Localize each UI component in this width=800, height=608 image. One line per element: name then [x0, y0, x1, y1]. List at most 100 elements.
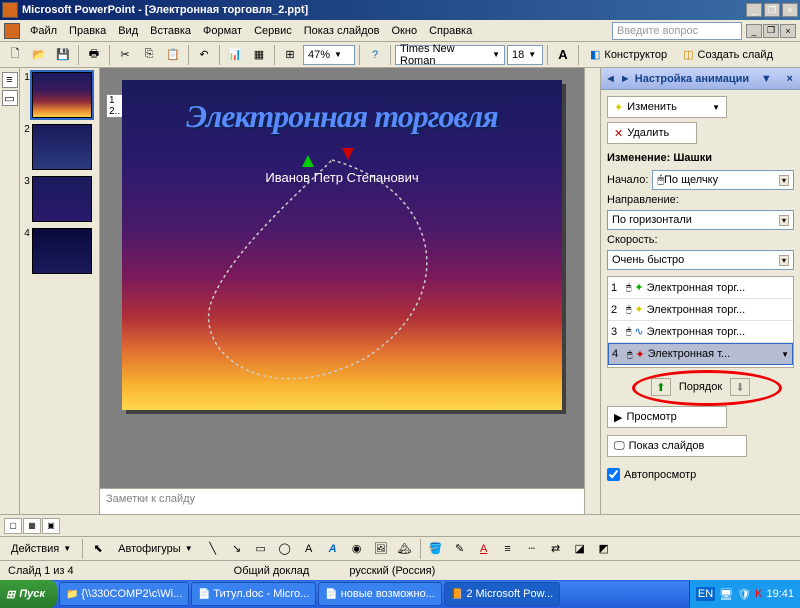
- inner-minimize[interactable]: _: [746, 24, 762, 38]
- thumbnail-2[interactable]: [32, 124, 92, 170]
- direction-select[interactable]: По горизонтали▾: [607, 210, 794, 230]
- notes-pane[interactable]: Заметки к слайду: [100, 488, 584, 514]
- outline-tab[interactable]: ≡: [2, 72, 18, 88]
- slides-tab[interactable]: ▭: [2, 90, 18, 106]
- move-up-button[interactable]: ⬆: [651, 378, 671, 396]
- change-effect-button[interactable]: ✦Изменить▼: [607, 96, 727, 118]
- inner-restore[interactable]: ❐: [763, 24, 779, 38]
- taskpane-back-icon[interactable]: ◄: [605, 73, 616, 85]
- taskpane-header: ◄ ► Настройка анимации ▼ ×: [601, 68, 800, 90]
- motion-path[interactable]: [182, 150, 482, 380]
- menu-file[interactable]: Файл: [24, 23, 63, 39]
- inner-close[interactable]: ×: [780, 24, 796, 38]
- new-slide-button[interactable]: ◫Создать слайд: [676, 44, 780, 66]
- doc-icon: [4, 23, 20, 39]
- start-button[interactable]: ⊞Пуск: [0, 580, 57, 608]
- clock[interactable]: 19:41: [766, 588, 794, 600]
- anim-item-3[interactable]: 3🖱∿Электронная торг...: [608, 321, 793, 343]
- close-button[interactable]: ×: [782, 3, 798, 17]
- anim-item-1[interactable]: 1🖱✦Электронная торг...: [608, 277, 793, 299]
- textbox-icon[interactable]: A: [298, 538, 320, 560]
- slideshow-button[interactable]: 🖵Показ слайдов: [607, 435, 747, 457]
- slide-title[interactable]: Электронная торговля: [122, 98, 562, 135]
- slideshow-view-icon[interactable]: ▣: [42, 518, 60, 534]
- taskpane-close-icon[interactable]: ×: [784, 73, 796, 85]
- anim-item-4[interactable]: 4🖱✦Электронная т...▼: [608, 343, 793, 365]
- save-icon[interactable]: 💾: [52, 44, 74, 66]
- task-4[interactable]: 📙2 Microsoft Pow...: [444, 582, 560, 606]
- move-down-button[interactable]: ⬇: [730, 378, 750, 396]
- taskpane-fwd-icon[interactable]: ►: [620, 73, 631, 85]
- zoom-combo[interactable]: 47%▼: [303, 45, 355, 65]
- thumbnail-1[interactable]: [32, 72, 92, 118]
- line-color-icon[interactable]: ✎: [449, 538, 471, 560]
- view-bar: ▢ ▦ ▣: [0, 514, 800, 536]
- actions-menu[interactable]: Действия▼: [4, 538, 78, 560]
- cut-icon[interactable]: ✂: [114, 44, 136, 66]
- restore-button[interactable]: ❐: [764, 3, 780, 17]
- menu-slideshow[interactable]: Показ слайдов: [298, 23, 386, 39]
- task-1[interactable]: 📁{\\330COMP2\c\Wi...: [59, 582, 189, 606]
- menu-tools[interactable]: Сервис: [248, 23, 298, 39]
- line-weight-icon[interactable]: ≡: [497, 538, 519, 560]
- menu-window[interactable]: Окно: [386, 23, 424, 39]
- 3d-icon[interactable]: ◩: [593, 538, 615, 560]
- autoshapes-menu[interactable]: Автофигуры▼: [111, 538, 200, 560]
- print-icon[interactable]: 🖶: [83, 44, 105, 66]
- dash-icon[interactable]: ┄: [521, 538, 543, 560]
- delete-effect-button[interactable]: ✕Удалить: [607, 122, 697, 144]
- rect-icon[interactable]: ▭: [250, 538, 272, 560]
- paste-icon[interactable]: 📋: [162, 44, 184, 66]
- chart-icon[interactable]: 📊: [224, 44, 246, 66]
- grow-font-icon[interactable]: A: [552, 44, 574, 66]
- grid-icon[interactable]: ⊞: [279, 44, 301, 66]
- menu-format[interactable]: Формат: [197, 23, 248, 39]
- font-color-icon[interactable]: A: [473, 538, 495, 560]
- tray-icon-2[interactable]: 🛡: [737, 588, 751, 601]
- preview-button[interactable]: ▶Просмотр: [607, 406, 727, 428]
- vertical-scrollbar[interactable]: [584, 68, 600, 514]
- help-icon[interactable]: ?: [364, 44, 386, 66]
- minimize-button[interactable]: _: [746, 3, 762, 17]
- taskpane-dropdown-icon[interactable]: ▼: [758, 73, 775, 85]
- fill-color-icon[interactable]: 🪣: [425, 538, 447, 560]
- undo-icon[interactable]: ↶: [193, 44, 215, 66]
- arrow-style-icon[interactable]: ⇄: [545, 538, 567, 560]
- thumbnail-4[interactable]: [32, 228, 92, 274]
- thumbnail-3[interactable]: [32, 176, 92, 222]
- fontsize-combo[interactable]: 18▼: [507, 45, 543, 65]
- anim-item-2[interactable]: 2🖱✦Электронная торг...: [608, 299, 793, 321]
- table-icon[interactable]: ▦: [248, 44, 270, 66]
- slide-canvas[interactable]: Электронная торговля Иванов Петр Степано…: [122, 80, 562, 410]
- clipart-icon[interactable]: 🖼: [370, 538, 392, 560]
- new-icon[interactable]: 🗋: [4, 44, 26, 66]
- arrow-icon[interactable]: ↘: [226, 538, 248, 560]
- lang-indicator[interactable]: EN: [696, 587, 715, 601]
- designer-button[interactable]: ◧Конструктор: [583, 44, 674, 66]
- task-3[interactable]: 📄новые возможно...: [318, 582, 442, 606]
- start-select[interactable]: 🖱 По щелчку▾: [652, 170, 794, 190]
- shadow-icon[interactable]: ◪: [569, 538, 591, 560]
- line-icon[interactable]: ╲: [202, 538, 224, 560]
- wordart-icon[interactable]: A: [322, 538, 344, 560]
- oval-icon[interactable]: ◯: [274, 538, 296, 560]
- font-combo[interactable]: Times New Roman▼: [395, 45, 505, 65]
- menu-edit[interactable]: Правка: [63, 23, 112, 39]
- open-icon[interactable]: 📂: [28, 44, 50, 66]
- normal-view-icon[interactable]: ▢: [4, 518, 22, 534]
- speed-select[interactable]: Очень быстро▾: [607, 250, 794, 270]
- system-tray[interactable]: EN 🖥 🛡 K 19:41: [689, 580, 800, 608]
- menu-help[interactable]: Справка: [423, 23, 478, 39]
- autopreview-checkbox[interactable]: Автопросмотр: [607, 468, 794, 481]
- menu-insert[interactable]: Вставка: [144, 23, 197, 39]
- tray-icon-3[interactable]: K: [755, 588, 762, 600]
- ask-question-input[interactable]: Введите вопрос: [612, 22, 742, 40]
- tray-icon-1[interactable]: 🖥: [719, 588, 733, 601]
- select-tool-icon[interactable]: ⬉: [87, 538, 109, 560]
- copy-icon[interactable]: ⎘: [138, 44, 160, 66]
- sorter-view-icon[interactable]: ▦: [23, 518, 41, 534]
- task-2[interactable]: 📄Титул.doc - Micro...: [191, 582, 316, 606]
- picture-icon[interactable]: 🏔: [394, 538, 416, 560]
- menu-view[interactable]: Вид: [112, 23, 144, 39]
- diagram-icon[interactable]: ◉: [346, 538, 368, 560]
